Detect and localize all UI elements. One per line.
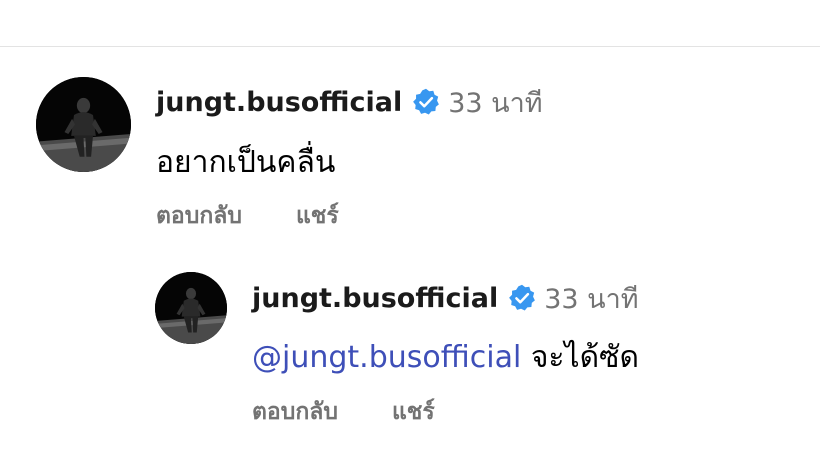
comment-text-content: จะได้ซัด bbox=[530, 340, 639, 375]
comment-actions: ตอบกลับ แชร์ bbox=[252, 396, 435, 428]
comment-actions: ตอบกลับ แชร์ bbox=[156, 200, 339, 232]
verified-badge-icon bbox=[412, 88, 440, 116]
comment-text: อยากเป็นคลื่น bbox=[156, 145, 336, 180]
profile-photo-icon bbox=[36, 77, 131, 172]
avatar[interactable] bbox=[36, 77, 131, 172]
share-button[interactable]: แชร์ bbox=[392, 396, 435, 428]
reply-button[interactable]: ตอบกลับ bbox=[252, 396, 338, 428]
comment-header: jungt.busofficial 33 นาที bbox=[252, 280, 639, 316]
timestamp: 33 นาที bbox=[544, 283, 639, 315]
timestamp: 33 นาที bbox=[448, 87, 543, 119]
username[interactable]: jungt.busofficial bbox=[252, 283, 498, 314]
comment-text: @jungt.busofficial จะได้ซัด bbox=[252, 338, 639, 378]
reply-button[interactable]: ตอบกลับ bbox=[156, 200, 242, 232]
avatar[interactable] bbox=[155, 272, 227, 344]
top-divider bbox=[0, 46, 820, 47]
share-button[interactable]: แชร์ bbox=[296, 200, 339, 232]
username[interactable]: jungt.busofficial bbox=[156, 87, 402, 118]
verified-badge-icon bbox=[508, 284, 536, 312]
profile-photo-icon bbox=[155, 272, 227, 344]
mention-link[interactable]: @jungt.busofficial bbox=[252, 340, 521, 375]
comment-header: jungt.busofficial 33 นาที bbox=[156, 84, 543, 120]
